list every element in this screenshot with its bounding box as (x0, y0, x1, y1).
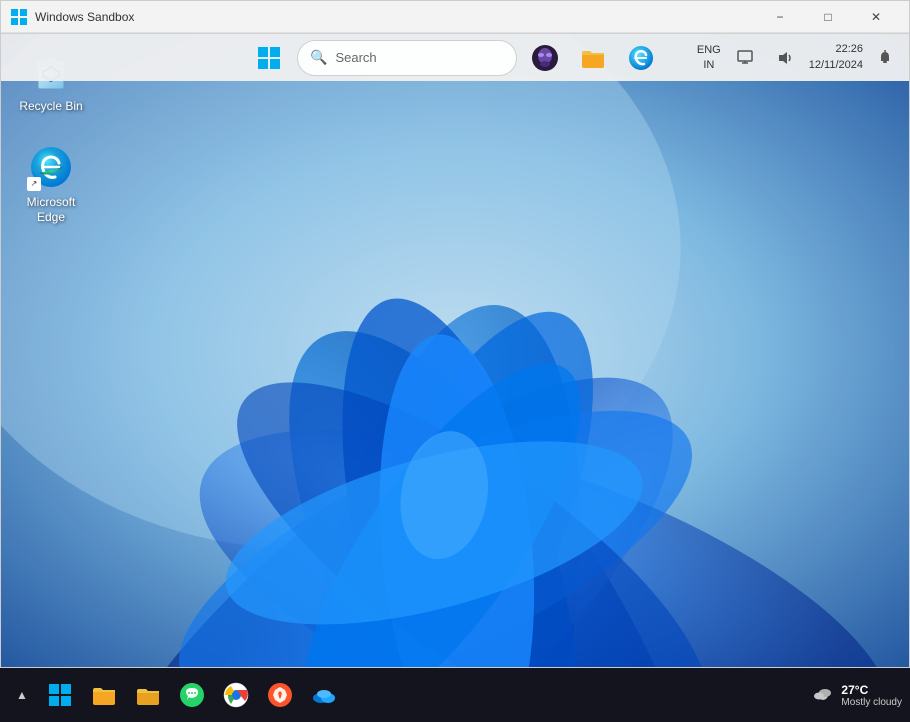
taskbar-file-explorer-icon[interactable] (573, 38, 613, 78)
taskbar-system-tray: ENG IN 22:26 (697, 42, 899, 74)
sandbox-taskbar: 🔍 Search (1, 33, 909, 81)
title-bar-icon (11, 9, 27, 25)
sandbox-window: Windows Sandbox − □ ✕ (0, 0, 910, 668)
host-icon-start[interactable] (40, 675, 80, 715)
host-icon-brave[interactable] (260, 675, 300, 715)
title-bar-title: Windows Sandbox (35, 10, 757, 24)
maximize-button[interactable]: □ (805, 1, 851, 33)
lang-line2: IN (697, 58, 721, 72)
start-button[interactable] (249, 38, 289, 78)
host-expand-icon[interactable]: ▲ (8, 681, 36, 709)
microsoft-edge-icon[interactable]: ↗ (11, 139, 91, 230)
host-icon-chrome[interactable] (216, 675, 256, 715)
edge-label: Microsoft Edge (15, 195, 87, 226)
host-icon-whatsapp[interactable] (172, 675, 212, 715)
search-icon: 🔍 (310, 49, 327, 66)
wallpaper (1, 33, 909, 667)
host-icon-onedrive[interactable] (304, 675, 344, 715)
taskbar-center: 🔍 Search (249, 38, 661, 78)
recycle-bin-label: Recycle Bin (19, 99, 82, 115)
close-button[interactable]: ✕ (853, 1, 899, 33)
language-indicator[interactable]: ENG IN (697, 43, 721, 72)
clock-display[interactable]: 22:26 12/11/2024 (809, 42, 863, 73)
notification-icon[interactable] (871, 44, 899, 72)
lang-line1: ENG (697, 43, 721, 57)
volume-icon[interactable] (769, 42, 801, 74)
desktop: Recycle Bin ↗ (1, 33, 909, 667)
search-text: Search (335, 50, 376, 65)
edge-image: ↗ (27, 143, 75, 191)
weather-icon (811, 683, 835, 707)
clock-time: 22:26 (809, 42, 863, 57)
taskbar-profile-icon[interactable] (525, 38, 565, 78)
clock-date: 12/11/2024 (809, 58, 863, 73)
weather-info: 27°C Mostly cloudy (841, 683, 902, 708)
title-bar-controls: − □ ✕ (757, 1, 899, 33)
weather-widget: 27°C Mostly cloudy (811, 683, 902, 708)
shortcut-arrow: ↗ (27, 177, 41, 191)
host-taskbar: ▲ (0, 668, 910, 722)
search-bar[interactable]: 🔍 Search (297, 40, 517, 76)
host-icon-folder[interactable] (128, 675, 168, 715)
title-bar: Windows Sandbox − □ ✕ (1, 1, 909, 33)
display-icon[interactable] (729, 42, 761, 74)
weather-desc: Mostly cloudy (841, 697, 902, 708)
weather-temp: 27°C (841, 683, 902, 697)
host-icon-file-explorer[interactable] (84, 675, 124, 715)
taskbar-edge-icon[interactable] (621, 38, 661, 78)
minimize-button[interactable]: − (757, 1, 803, 33)
host-taskbar-right: 27°C Mostly cloudy (811, 683, 902, 708)
